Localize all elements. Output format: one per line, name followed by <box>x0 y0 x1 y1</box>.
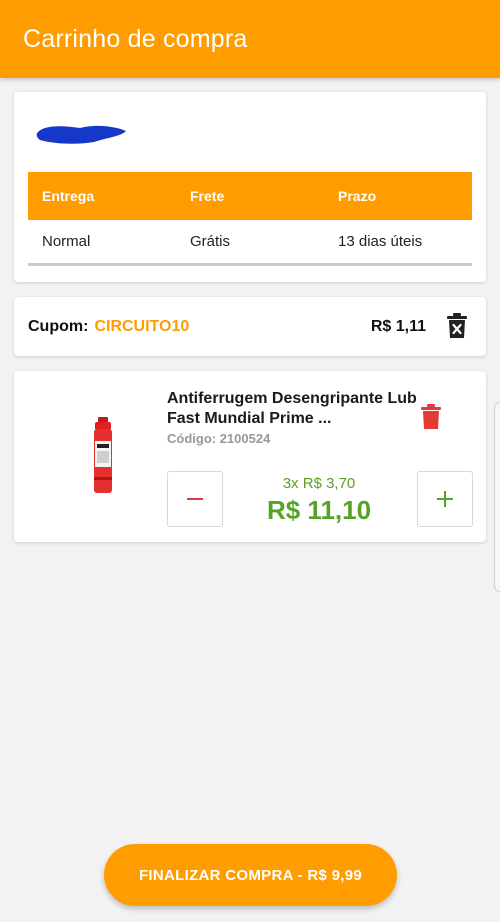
shipping-table-header: Entrega Frete Prazo <box>28 172 472 220</box>
shipping-table-row[interactable]: Normal Grátis 13 dias úteis <box>28 220 472 266</box>
coupon-card: Cupom: CIRCUITO10 R$ 1,11 <box>14 297 486 356</box>
increase-quantity-button[interactable] <box>417 471 473 527</box>
unit-price: 3x R$ 3,70 <box>282 475 356 492</box>
cell-freight: Grátis <box>190 233 231 250</box>
cell-delivery: Normal <box>42 233 91 250</box>
product-image[interactable] <box>80 415 128 497</box>
cart-item-card: Antiferrugem Desengripante Lub Fast Mund… <box>14 371 486 542</box>
trash-icon[interactable] <box>446 313 468 339</box>
checkout-button[interactable]: FINALIZAR COMPRA - R$ 9,99 <box>104 844 397 906</box>
header-freight: Frete <box>190 188 225 204</box>
item-total-price: R$ 11,10 <box>266 495 372 525</box>
coupon-code: CIRCUITO10 <box>94 317 190 335</box>
app-bar: Carrinho de compra <box>0 0 500 78</box>
redacted-store-name <box>36 125 126 144</box>
coupon-discount: R$ 1,11 <box>370 317 426 335</box>
coupon-label: Cupom: <box>28 317 89 335</box>
store-card: Entrega Frete Prazo Normal Grátis 13 dia… <box>14 92 486 282</box>
header-delivery: Entrega <box>42 188 95 204</box>
decrease-quantity-button[interactable] <box>167 471 223 527</box>
product-title[interactable]: Antiferrugem Desengripante Lub Fast Mund… <box>167 389 417 429</box>
plus-icon <box>437 491 453 507</box>
minus-icon <box>187 498 203 500</box>
header-deadline: Prazo <box>338 188 377 204</box>
product-code: Código: 2100524 <box>167 431 271 446</box>
shipping-table: Entrega Frete Prazo Normal Grátis 13 dia… <box>28 172 472 266</box>
cell-deadline: 13 dias úteis <box>338 233 423 250</box>
page-title: Carrinho de compra <box>23 24 248 53</box>
side-panel-handle[interactable] <box>494 402 500 592</box>
trash-icon[interactable] <box>420 404 442 430</box>
